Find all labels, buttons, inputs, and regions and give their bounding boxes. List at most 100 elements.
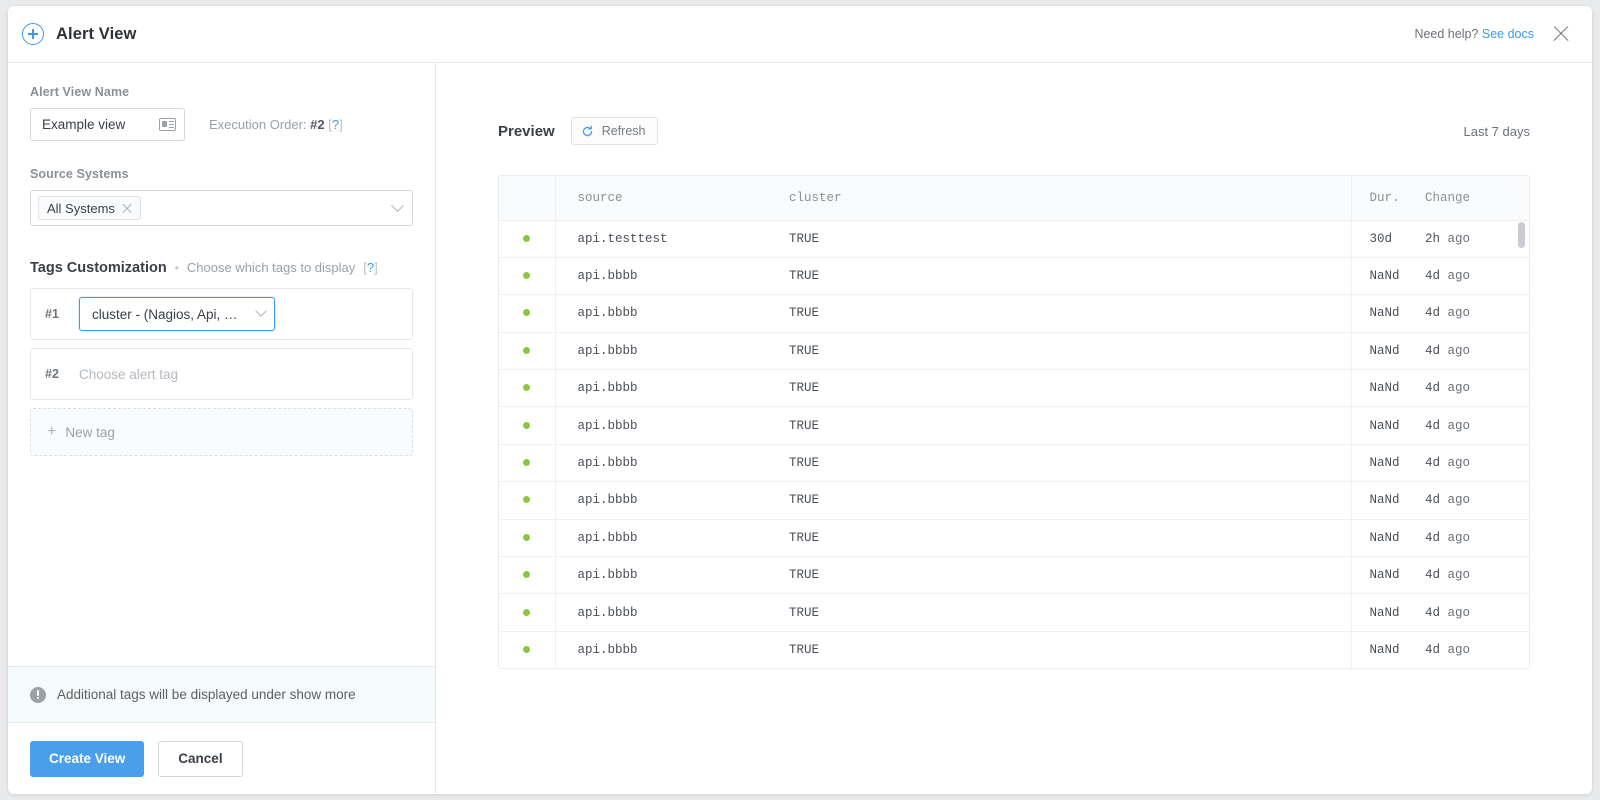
change-suffix: ago — [1447, 568, 1471, 583]
chevron-down-icon[interactable] — [391, 198, 404, 212]
cell-source: api.bbbb — [555, 332, 767, 371]
cell-cluster: TRUE — [767, 257, 1351, 296]
table-scrollbar[interactable] — [1518, 222, 1525, 664]
table-row[interactable]: api.bbbb TRUE NaNd 4d ago — [499, 593, 1529, 632]
new-tag-button[interactable]: + New tag — [30, 408, 413, 456]
cell-status — [499, 369, 556, 408]
cell-status — [499, 406, 556, 445]
table-row[interactable]: api.bbbb TRUE NaNd 4d ago — [499, 257, 1529, 296]
cell-change: 4d ago — [1411, 593, 1529, 632]
source-system-chip[interactable]: All Systems — [38, 196, 141, 220]
source-system-chip-label: All Systems — [47, 200, 115, 216]
tags-help-bracket: [?] — [363, 260, 378, 275]
cell-change: 4d ago — [1411, 294, 1529, 333]
table-body: api.testtest TRUE 30d 2h ago api.bbbb TRUE NaN… — [499, 220, 1529, 668]
table-row[interactable]: api.bbbb TRUE NaNd 4d ago — [499, 369, 1529, 408]
cell-status — [499, 220, 556, 258]
cell-duration: NaNd — [1350, 444, 1411, 483]
tag-row-1-value: cluster - (Nagios, Api, … — [92, 306, 238, 322]
change-suffix: ago — [1447, 493, 1471, 508]
cell-cluster: TRUE — [767, 332, 1351, 371]
see-docs-link[interactable]: See docs — [1482, 27, 1534, 41]
id-card-icon[interactable] — [159, 118, 176, 131]
status-dot-icon — [523, 645, 531, 653]
close-icon[interactable] — [1552, 25, 1570, 43]
cell-cluster: TRUE — [767, 369, 1351, 408]
table-row[interactable]: api.bbbb TRUE NaNd 4d ago — [499, 294, 1529, 333]
cell-change: 4d ago — [1411, 444, 1529, 483]
status-dot-icon — [523, 571, 531, 579]
tag-row-1-number: #1 — [45, 307, 59, 321]
preview-panel: Preview Refresh Last 7 days source clust… — [436, 63, 1592, 794]
th-change[interactable]: Change — [1411, 176, 1529, 221]
refresh-button[interactable]: Refresh — [570, 117, 658, 145]
change-value: 4d — [1425, 530, 1441, 545]
table-row[interactable]: api.bbbb TRUE NaNd 4d ago — [499, 481, 1529, 520]
change-suffix: ago — [1447, 231, 1471, 246]
cell-source: api.bbbb — [555, 593, 767, 632]
table-row[interactable]: api.bbbb TRUE NaNd 4d ago — [499, 406, 1529, 445]
refresh-icon — [582, 125, 592, 136]
alert-view-name-input[interactable]: Example view — [30, 108, 185, 141]
table-scrollbar-thumb[interactable] — [1518, 222, 1525, 248]
table-row[interactable]: api.bbbb TRUE NaNd 4d ago — [499, 444, 1529, 483]
th-cluster[interactable]: cluster — [767, 176, 1351, 221]
execution-order-value: #2 — [310, 117, 325, 132]
table-header: source cluster Dur. Change — [499, 176, 1529, 221]
cell-duration: NaNd — [1350, 519, 1411, 558]
preview-header: Preview Refresh Last 7 days — [498, 63, 1530, 145]
cell-status — [499, 332, 556, 371]
status-dot-icon — [523, 533, 531, 541]
alerts-table: source cluster Dur. Change api.testtest T… — [499, 176, 1529, 668]
th-duration[interactable]: Dur. — [1350, 176, 1411, 221]
change-suffix: ago — [1447, 343, 1471, 358]
th-status — [499, 176, 556, 221]
change-suffix: ago — [1447, 642, 1471, 657]
status-dot-icon — [523, 234, 531, 242]
table-row[interactable]: api.bbbb TRUE NaNd 4d ago — [499, 519, 1529, 558]
cell-source: api.bbbb — [555, 294, 767, 333]
chip-remove-icon[interactable] — [122, 203, 132, 213]
status-dot-icon — [523, 346, 531, 354]
cell-status — [499, 257, 556, 296]
table-row[interactable]: api.bbbb TRUE NaNd 4d ago — [499, 332, 1529, 371]
settings-sidebar: Alert View Name Example view Execution O… — [8, 63, 436, 794]
change-value: 4d — [1425, 605, 1441, 620]
table-row[interactable]: api.bbbb TRUE NaNd 4d ago — [499, 556, 1529, 595]
change-value: 4d — [1425, 493, 1441, 508]
cell-source: api.bbbb — [555, 444, 767, 483]
create-view-button[interactable]: Create View — [30, 740, 145, 777]
table-row[interactable]: api.testtest TRUE 30d 2h ago — [499, 220, 1529, 258]
cell-cluster: TRUE — [767, 519, 1351, 558]
chevron-down-icon[interactable] — [255, 305, 267, 317]
cell-cluster: TRUE — [767, 481, 1351, 520]
change-value: 4d — [1425, 343, 1441, 358]
cell-change: 4d ago — [1411, 257, 1529, 296]
cell-source: api.bbbb — [555, 481, 767, 520]
cell-duration: NaNd — [1350, 257, 1411, 296]
change-value: 4d — [1425, 568, 1441, 583]
alert-view-name-value: Example view — [42, 117, 126, 132]
tag-row-2-placeholder[interactable]: Choose alert tag — [79, 367, 178, 382]
cell-status — [499, 294, 556, 333]
sidebar-content: Alert View Name Example view Execution O… — [8, 63, 435, 666]
cell-cluster: TRUE — [767, 593, 1351, 632]
tag-row-1-select[interactable]: cluster - (Nagios, Api, … — [79, 297, 275, 331]
alert-view-modal: Alert View Need help? See docs Alert Vie… — [8, 6, 1592, 794]
cell-duration: NaNd — [1350, 369, 1411, 408]
source-systems-select[interactable]: All Systems — [30, 190, 413, 226]
header-left-group: Alert View — [22, 23, 136, 45]
cell-duration: NaNd — [1350, 481, 1411, 520]
status-dot-icon — [523, 272, 531, 280]
th-source[interactable]: source — [555, 176, 767, 221]
header-right-group: Need help? See docs — [1414, 25, 1570, 43]
cell-duration: 30d — [1350, 220, 1411, 258]
time-range-label[interactable]: Last 7 days — [1464, 124, 1531, 139]
cell-cluster: TRUE — [767, 444, 1351, 483]
cell-duration: NaNd — [1350, 556, 1411, 595]
tag-row-2: #2 Choose alert tag — [30, 348, 413, 400]
change-value: 4d — [1425, 306, 1441, 321]
table-row[interactable]: api.bbbb TRUE NaNd 4d ago — [499, 631, 1529, 668]
cell-status — [499, 444, 556, 483]
cancel-button[interactable]: Cancel — [158, 740, 243, 777]
